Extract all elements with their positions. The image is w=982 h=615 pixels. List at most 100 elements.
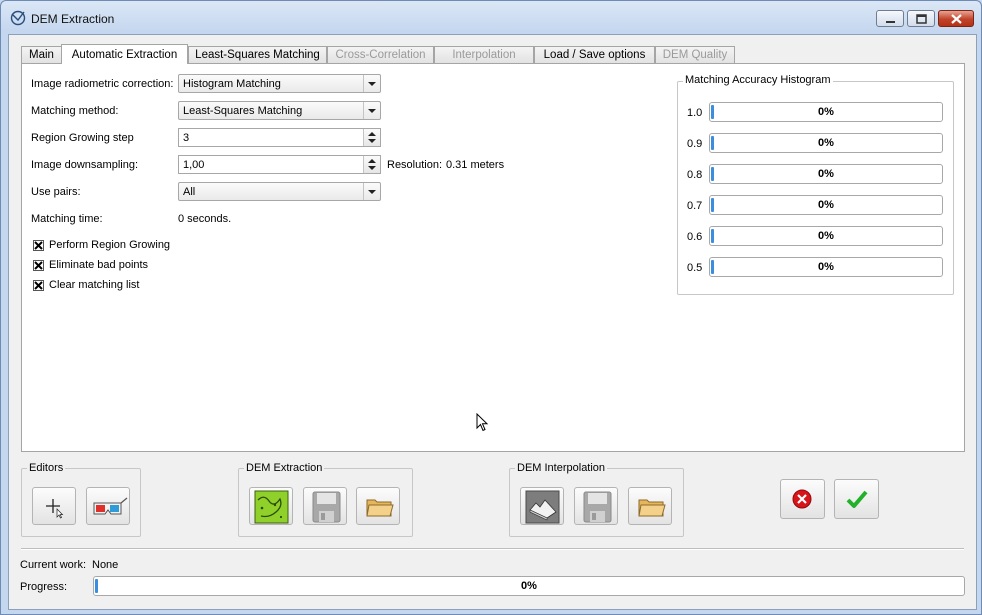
- histogram-percent: 0%: [818, 261, 834, 273]
- matching-method-select[interactable]: Least-Squares Matching: [178, 101, 381, 120]
- ok-button[interactable]: [834, 479, 879, 519]
- dropdown-arrow-icon: [368, 82, 376, 86]
- eliminate-bad-points-label[interactable]: Eliminate bad points: [49, 259, 148, 271]
- tab-dem-quality[interactable]: DEM Quality: [655, 46, 735, 63]
- histogram-bar-0-5: 0%: [709, 257, 943, 277]
- tab-interpolation[interactable]: Interpolation: [434, 46, 534, 63]
- histogram-row-label: 0.5: [687, 262, 703, 274]
- open-extraction-button[interactable]: [356, 487, 400, 525]
- eliminate-bad-points-checkbox[interactable]: [33, 260, 44, 271]
- dialog-client-area: Main Automatic Extraction Least-Squares …: [8, 34, 977, 610]
- minimize-icon: [886, 21, 895, 23]
- checkmark-icon: [846, 490, 868, 508]
- perform-region-growing-label[interactable]: Perform Region Growing: [49, 239, 170, 251]
- folder-icon: [366, 499, 394, 517]
- image-downsampling-value: 1,00: [183, 159, 205, 171]
- tab-least-squares-matching[interactable]: Least-Squares Matching: [188, 46, 327, 63]
- open-interpolation-button[interactable]: [628, 487, 672, 525]
- title-bar[interactable]: DEM Extraction: [1, 1, 981, 35]
- cancel-x-icon: [792, 489, 812, 509]
- dropdown-arrow-icon: [368, 109, 376, 113]
- use-pairs-value: All: [183, 186, 196, 198]
- region-growing-step-spinbox[interactable]: 3: [178, 128, 381, 147]
- minimize-button[interactable]: [876, 10, 904, 27]
- radiometric-correction-value: Histogram Matching: [183, 78, 281, 90]
- matching-time-label: Matching time:: [31, 213, 103, 225]
- automatic-extraction-panel: Image radiometric correction: Histogram …: [21, 63, 965, 452]
- histogram-bar-0-9: 0%: [709, 133, 943, 153]
- editors-group-title: Editors: [27, 462, 66, 474]
- folder-icon: [638, 499, 666, 517]
- histogram-bar-0-7: 0%: [709, 195, 943, 215]
- histogram-bar-0-8: 0%: [709, 164, 943, 184]
- start-extraction-button[interactable]: [249, 487, 293, 525]
- image-downsampling-label: Image downsampling:: [31, 159, 139, 171]
- 3d-glasses-icon: [93, 497, 128, 515]
- save-disk-disabled-icon: [312, 491, 341, 523]
- image-downsampling-spinbox[interactable]: 1,00: [178, 155, 381, 174]
- histogram-row-label: 0.6: [687, 231, 703, 243]
- histogram-row-label: 0.8: [687, 169, 703, 181]
- check-mark-icon: [34, 241, 43, 250]
- histogram-percent: 0%: [818, 168, 834, 180]
- histogram-percent: 0%: [818, 106, 834, 118]
- add-point-button[interactable]: [32, 487, 76, 525]
- matching-time-value: 0 seconds.: [178, 213, 232, 225]
- region-growing-step-value: 3: [183, 132, 190, 144]
- use-pairs-label: Use pairs:: [31, 186, 81, 198]
- tab-main[interactable]: Main: [21, 46, 62, 63]
- status-separator: [21, 548, 964, 550]
- check-mark-icon: [34, 261, 43, 270]
- radiometric-correction-select[interactable]: Histogram Matching: [178, 74, 381, 93]
- perform-region-growing-checkbox[interactable]: [33, 240, 44, 251]
- cancel-button[interactable]: [780, 479, 825, 519]
- stereo-viewer-button[interactable]: [86, 487, 130, 525]
- maximize-icon: [916, 14, 927, 24]
- histogram-row-label: 0.9: [687, 138, 703, 150]
- histogram-bar-0-6: 0%: [709, 226, 943, 246]
- resolution-value: 0.31 meters: [446, 159, 505, 171]
- histogram-bar-1-0: 0%: [709, 102, 943, 122]
- histogram-percent: 0%: [818, 137, 834, 149]
- clear-matching-list-label[interactable]: Clear matching list: [49, 279, 139, 291]
- save-extraction-button[interactable]: [303, 487, 347, 525]
- overall-progress-bar: 0%: [93, 576, 965, 596]
- histogram-row-label: 1.0: [687, 107, 703, 119]
- dem-extraction-window: DEM Extraction Main Automatic Extraction…: [0, 0, 982, 615]
- dem-interpolation-group-title: DEM Interpolation: [515, 462, 608, 474]
- tab-cross-correlation[interactable]: Cross-Correlation: [327, 46, 434, 63]
- region-growing-step-label: Region Growing step: [31, 132, 134, 144]
- progress-percent: 0%: [521, 580, 537, 592]
- use-pairs-select[interactable]: All: [178, 182, 381, 201]
- clear-matching-list-checkbox[interactable]: [33, 280, 44, 291]
- app-logo-icon: [10, 10, 26, 26]
- start-interpolation-button[interactable]: [520, 487, 564, 525]
- close-button[interactable]: [938, 10, 974, 27]
- close-icon: [951, 14, 962, 24]
- progress-label: Progress:: [20, 581, 68, 593]
- histogram-percent: 0%: [818, 230, 834, 242]
- add-cursor-icon: [46, 499, 64, 519]
- dem-map-icon: [254, 490, 289, 524]
- tab-automatic-extraction[interactable]: Automatic Extraction: [61, 44, 188, 64]
- spin-arrows-icon: [368, 132, 376, 143]
- mouse-cursor-icon: [476, 413, 489, 432]
- radiometric-correction-label: Image radiometric correction:: [31, 78, 174, 90]
- window-title: DEM Extraction: [31, 12, 115, 26]
- spin-arrows-icon: [368, 159, 376, 170]
- maximize-button[interactable]: [907, 10, 935, 27]
- dropdown-arrow-icon: [368, 190, 376, 194]
- current-work-value: None: [92, 559, 119, 571]
- histogram-row-label: 0.7: [687, 200, 703, 212]
- tab-load-save-options[interactable]: Load / Save options: [534, 46, 655, 63]
- matching-method-value: Least-Squares Matching: [183, 105, 303, 117]
- resolution-label: Resolution:: [387, 159, 443, 171]
- check-mark-icon: [34, 281, 43, 290]
- save-disk-disabled-icon: [583, 491, 612, 523]
- dem-extraction-group-title: DEM Extraction: [244, 462, 325, 474]
- terrain-surface-icon: [525, 490, 560, 524]
- matching-method-label: Matching method:: [31, 105, 119, 117]
- current-work-label: Current work:: [20, 559, 87, 571]
- save-interpolation-button[interactable]: [574, 487, 618, 525]
- histogram-title: Matching Accuracy Histogram: [683, 74, 833, 86]
